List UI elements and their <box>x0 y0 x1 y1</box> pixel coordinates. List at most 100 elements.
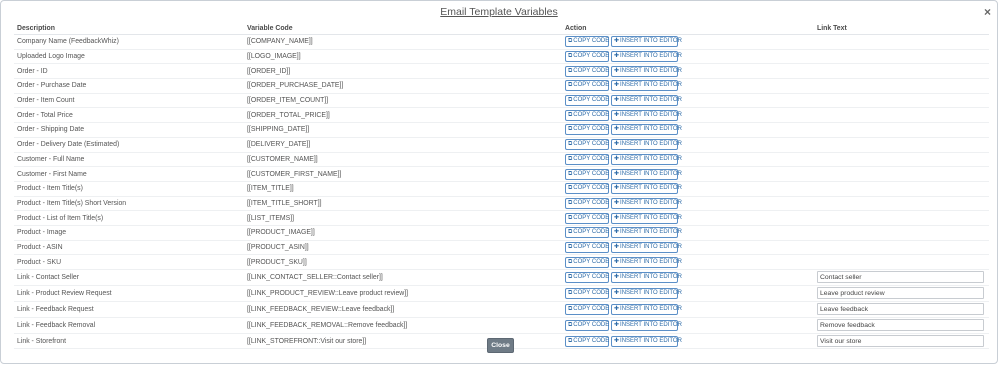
insert-into-editor-button[interactable]: ✚ INSERT INTO EDITOR <box>611 271 682 283</box>
copy-code-button[interactable]: ⧉ COPY CODE <box>565 303 610 315</box>
copy-code-button[interactable]: ⧉ COPY CODE <box>565 271 609 283</box>
link-text-input[interactable] <box>817 287 984 300</box>
copy-code-button[interactable]: ⧉ COPY CODE <box>565 335 610 347</box>
insert-into-editor-button[interactable]: ✚ INSERT INTO EDITOR <box>611 139 682 151</box>
copy-code-button[interactable]: ⧉ COPY CODE <box>565 227 610 239</box>
insert-into-editor-button[interactable]: ✚ INSERT INTO EDITOR <box>611 36 682 48</box>
copy-icon: ⧉ <box>568 155 573 162</box>
insert-into-editor-button[interactable]: ✚ INSERT INTO EDITOR <box>611 153 682 165</box>
row-variable-code: [[PRODUCT_ASIN]] <box>247 243 309 251</box>
row-actions: ⧉ COPY CODE ✚ INSERT INTO EDITOR <box>565 153 682 165</box>
copy-icon: ⧉ <box>568 82 573 89</box>
insert-into-editor-button[interactable]: ✚ INSERT INTO EDITOR <box>611 303 682 315</box>
copy-code-button[interactable]: ⧉ COPY CODE <box>565 197 609 209</box>
insert-into-editor-button[interactable]: ✚ INSERT INTO EDITOR <box>611 95 682 107</box>
link-text-cell <box>817 287 984 300</box>
insert-into-editor-label: INSERT INTO EDITOR <box>620 53 682 60</box>
copy-code-button[interactable]: ⧉ COPY CODE <box>565 287 609 299</box>
plus-icon: ✚ <box>614 199 620 206</box>
insert-into-editor-label: INSERT INTO EDITOR <box>620 258 682 265</box>
row-variable-code: [[ORDER_TOTAL_PRICE]] <box>247 111 330 119</box>
copy-icon: ⧉ <box>568 185 573 192</box>
plus-icon: ✚ <box>614 185 620 192</box>
row-variable-code: [[ITEM_TITLE]] <box>247 185 294 193</box>
row-description: Product - ASIN <box>17 243 63 251</box>
insert-into-editor-button[interactable]: ✚ INSERT INTO EDITOR <box>611 183 682 195</box>
row-description: Product - List of Item Title(s) <box>17 214 104 222</box>
insert-into-editor-button[interactable]: ✚ INSERT INTO EDITOR <box>611 227 682 239</box>
insert-into-editor-button[interactable]: ✚ INSERT INTO EDITOR <box>611 319 682 331</box>
insert-into-editor-button[interactable]: ✚ INSERT INTO EDITOR <box>611 109 682 121</box>
insert-into-editor-button[interactable]: ✚ INSERT INTO EDITOR <box>611 241 682 253</box>
plus-icon: ✚ <box>614 170 620 177</box>
insert-into-editor-button[interactable]: ✚ INSERT INTO EDITOR <box>611 65 682 77</box>
copy-code-button[interactable]: ⧉ COPY CODE <box>565 153 610 165</box>
link-text-input[interactable] <box>817 319 984 332</box>
copy-icon: ⧉ <box>568 38 573 45</box>
plus-icon: ✚ <box>614 229 620 236</box>
table-row-link: Link - Product Review Request [[LINK_PROD… <box>14 286 989 302</box>
copy-code-label: COPY CODE <box>573 337 610 344</box>
copy-code-button[interactable]: ⧉ COPY CODE <box>565 319 609 331</box>
copy-code-button[interactable]: ⧉ COPY CODE <box>565 212 609 224</box>
copy-code-label: COPY CODE <box>573 229 610 236</box>
insert-into-editor-button[interactable]: ✚ INSERT INTO EDITOR <box>611 80 682 92</box>
copy-code-button[interactable]: ⧉ COPY CODE <box>565 241 609 253</box>
insert-into-editor-label: INSERT INTO EDITOR <box>620 111 682 118</box>
table-row-link: Link - Feedback Request [[LINK_FEEDBACK_R… <box>14 302 989 318</box>
insert-into-editor-button[interactable]: ✚ INSERT INTO EDITOR <box>611 197 682 209</box>
insert-into-editor-button[interactable]: ✚ INSERT INTO EDITOR <box>611 212 682 224</box>
copy-code-button[interactable]: ⧉ COPY CODE <box>565 95 609 107</box>
row-actions: ⧉ COPY CODE ✚ INSERT INTO EDITOR <box>565 95 682 107</box>
row-actions: ⧉ COPY CODE ✚ INSERT INTO EDITOR <box>565 256 682 268</box>
header-description: Description <box>17 25 55 32</box>
copy-code-label: COPY CODE <box>573 155 610 162</box>
copy-code-label: COPY CODE <box>573 185 610 192</box>
copy-code-button[interactable]: ⧉ COPY CODE <box>565 168 609 180</box>
copy-code-button[interactable]: ⧉ COPY CODE <box>565 124 609 136</box>
close-button[interactable]: Close <box>487 338 514 353</box>
insert-into-editor-button[interactable]: ✚ INSERT INTO EDITOR <box>611 256 682 268</box>
insert-into-editor-button[interactable]: ✚ INSERT INTO EDITOR <box>611 335 682 347</box>
table-row: Product - Image [[PRODUCT_IMAGE]] ⧉ COPY CO… <box>14 226 989 241</box>
copy-code-button[interactable]: ⧉ COPY CODE <box>565 80 609 92</box>
table-row: Company Name (FeedbackWhiz) [[COMPANY_NAM… <box>14 35 989 50</box>
link-text-input[interactable] <box>817 271 984 284</box>
row-actions: ⧉ COPY CODE ✚ INSERT INTO EDITOR <box>565 287 682 299</box>
copy-code-button[interactable]: ⧉ COPY CODE <box>565 36 610 48</box>
copy-code-button[interactable]: ⧉ COPY CODE <box>565 139 609 151</box>
plus-icon: ✚ <box>614 67 620 74</box>
insert-into-editor-button[interactable]: ✚ INSERT INTO EDITOR <box>611 168 682 180</box>
copy-icon: ⧉ <box>568 289 573 296</box>
copy-code-label: COPY CODE <box>573 305 610 312</box>
close-icon[interactable]: × <box>984 5 991 19</box>
row-actions: ⧉ COPY CODE ✚ INSERT INTO EDITOR <box>565 271 682 283</box>
link-text-input[interactable] <box>817 303 984 316</box>
copy-code-button[interactable]: ⧉ COPY CODE <box>565 65 609 77</box>
row-description: Link - Storefront <box>17 337 67 345</box>
insert-into-editor-button[interactable]: ✚ INSERT INTO EDITOR <box>611 51 682 63</box>
link-text-input[interactable] <box>817 335 984 347</box>
copy-code-button[interactable]: ⧉ COPY CODE <box>565 256 609 268</box>
row-variable-code: [[LINK_PRODUCT_REVIEW::Leave product rev… <box>247 289 409 297</box>
header-link-text: Link Text <box>817 25 847 32</box>
copy-code-button[interactable]: ⧉ COPY CODE <box>565 183 610 195</box>
row-description: Link - Feedback Request <box>17 305 94 313</box>
insert-into-editor-label: INSERT INTO EDITOR <box>620 199 682 206</box>
plus-icon: ✚ <box>614 126 620 133</box>
row-actions: ⧉ COPY CODE ✚ INSERT INTO EDITOR <box>565 65 682 77</box>
plus-icon: ✚ <box>614 141 620 148</box>
insert-into-editor-button[interactable]: ✚ INSERT INTO EDITOR <box>611 287 682 299</box>
row-description: Company Name (FeedbackWhiz) <box>17 38 119 46</box>
copy-icon: ⧉ <box>568 243 573 250</box>
copy-code-label: COPY CODE <box>573 38 610 45</box>
copy-code-button[interactable]: ⧉ COPY CODE <box>565 109 609 121</box>
insert-into-editor-button[interactable]: ✚ INSERT INTO EDITOR <box>611 124 682 136</box>
row-actions: ⧉ COPY CODE ✚ INSERT INTO EDITOR <box>565 139 682 151</box>
row-description: Product - SKU <box>17 258 62 266</box>
row-actions: ⧉ COPY CODE ✚ INSERT INTO EDITOR <box>565 227 682 239</box>
insert-into-editor-label: INSERT INTO EDITOR <box>620 289 682 296</box>
row-description: Uploaded Logo Image <box>17 53 85 61</box>
copy-code-button[interactable]: ⧉ COPY CODE <box>565 51 609 63</box>
row-variable-code: [[ORDER_ID]] <box>247 67 291 75</box>
